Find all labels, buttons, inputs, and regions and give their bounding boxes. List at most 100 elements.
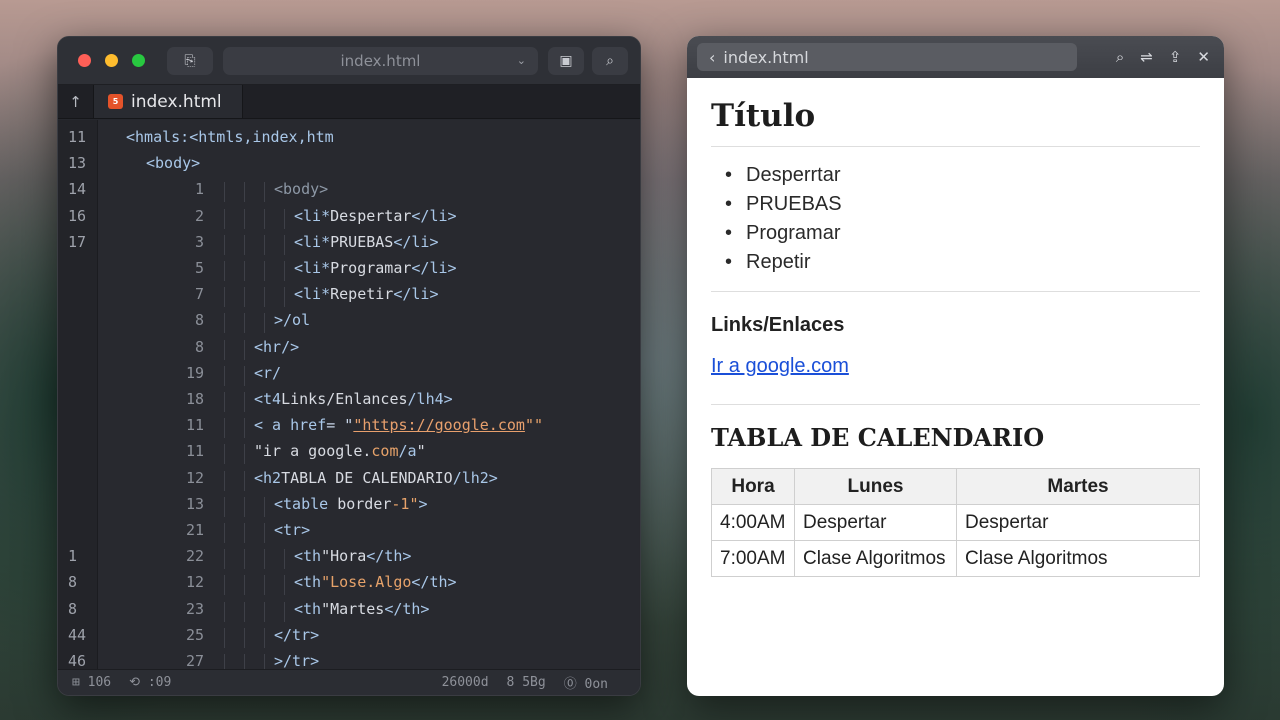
code-text: <r/ — [254, 363, 282, 382]
indent-guide — [244, 182, 245, 203]
tab-index-html[interactable]: 5 index.html — [94, 85, 243, 118]
line-number: 8 — [68, 599, 78, 618]
indent-guide — [264, 182, 265, 203]
indent-guide — [224, 444, 225, 465]
indent-guide — [224, 234, 225, 255]
editor-address-bar[interactable]: index.html ⌄ — [223, 46, 538, 75]
calendar-table: Hora Lunes Martes 4:00AM Despertar Despe… — [711, 468, 1200, 577]
zoom-window-button[interactable] — [132, 54, 145, 67]
code-line[interactable]: 12 <h2TABLA DE CALENDARIO/lh2> — [58, 469, 640, 491]
table-header-cell: Hora — [711, 468, 795, 505]
indent-guide — [284, 208, 285, 229]
code-line[interactable]: 19 <r/ — [58, 364, 640, 386]
list-item: PRUEBAS — [725, 190, 1200, 219]
indent-guide — [244, 418, 245, 439]
google-link[interactable]: Ir a google.com — [711, 355, 849, 404]
table-header-cell: Martes — [956, 468, 1200, 505]
square-icon: ▣ — [559, 52, 573, 69]
indent-guide — [224, 365, 225, 386]
code-line[interactable]: 11 "ir a google.com/a" — [58, 442, 640, 465]
minimize-window-button[interactable] — [105, 54, 118, 67]
indent-guide — [264, 575, 265, 596]
code-text: <body> — [274, 180, 329, 199]
sidebar-toggle-button[interactable]: ⎘ — [167, 46, 213, 75]
code-text: <table border-1"> — [274, 494, 428, 513]
code-line[interactable]: 7 <li*Repetir</li> — [58, 285, 640, 308]
share-icon[interactable]: ⇪ — [1169, 48, 1182, 66]
split-view-button[interactable]: ▣ — [548, 46, 584, 75]
indent-guide — [224, 627, 225, 648]
list-item: Repetir — [725, 248, 1200, 277]
editor-titlebar: ⎘ index.html ⌄ ▣ ⌕ — [58, 37, 640, 85]
line-number-inner: 8 — [194, 337, 204, 356]
line-number-inner: 12 — [185, 573, 204, 592]
line-number: 46 — [68, 652, 87, 670]
indent-guide — [244, 627, 245, 648]
code-line[interactable]: 13 <table border-1"> — [58, 495, 640, 517]
page-title: Título — [711, 92, 1200, 147]
line-number: 1 — [68, 547, 78, 566]
code-line[interactable]: 8 12 <th"Lose.Algo</th> — [58, 573, 640, 596]
indent-guide — [284, 261, 285, 281]
indent-guide — [264, 601, 265, 622]
sidebar-icon: ⎘ — [184, 52, 196, 69]
close-icon[interactable]: ✕ — [1197, 48, 1210, 66]
search-button[interactable]: ⌕ — [592, 46, 628, 75]
table-header-row: Hora Lunes Martes — [711, 468, 1200, 505]
code-line[interactable]: 8 <hr/> — [58, 338, 640, 360]
code-line[interactable]: 8 23 <th"Martes</th> — [58, 600, 640, 622]
code-text: <li*Repetir</li> — [294, 285, 439, 304]
indent-guide — [264, 523, 265, 543]
links-heading: Links/Enlaces — [711, 314, 845, 336]
indent-guide — [244, 470, 245, 491]
table-cell: 4:00AM — [711, 504, 795, 541]
indent-guide — [244, 339, 245, 360]
indent-guide — [284, 234, 285, 255]
code-line[interactable]: 5 <li*Programar</li> — [58, 259, 640, 281]
line-number-inner: 23 — [185, 599, 204, 618]
code-text: "ir a google.com/a" — [254, 442, 426, 461]
indent-guide — [264, 261, 265, 281]
line-number: 14 — [68, 180, 87, 199]
code-line[interactable]: 14 1 <body> — [58, 180, 640, 203]
table-cell: Clase Algoritmos — [794, 540, 957, 577]
html5-icon: 5 — [108, 94, 123, 109]
preview-address-text: index.html — [723, 47, 809, 67]
status-item: ⊞ 106 — [72, 675, 112, 690]
code-line[interactable]: 16 2 <li*Despertar</li> — [58, 207, 640, 229]
code-line[interactable]: 8 >/ol — [58, 311, 640, 334]
code-line[interactable]: 13 <body> — [58, 154, 640, 176]
table-cell: Clase Algoritmos — [956, 540, 1200, 577]
editor-window: ⎘ index.html ⌄ ▣ ⌕ ↑ 5 index.html 11 <hma… — [57, 36, 641, 696]
code-line[interactable]: 11 < a href= ""https://google.com"" — [58, 416, 640, 439]
indent-guide — [244, 208, 245, 229]
code-editor[interactable]: 11 <hmals:<htmls,index,htm 13 <body> 14 1 <bod… — [58, 120, 640, 674]
back-chevron-icon[interactable]: ‹ — [709, 48, 715, 67]
preview-address-bar[interactable]: ‹ index.html — [697, 43, 1077, 71]
line-number-inner: 1 — [194, 180, 204, 199]
back-arrow-icon[interactable]: ↑ — [58, 85, 94, 118]
settings-icon[interactable]: ⇌ — [1140, 48, 1153, 66]
code-line[interactable]: 11 <hmals:<htmls,index,htm — [58, 128, 640, 150]
code-line[interactable]: 17 3 <li*PRUEBAS</li> — [58, 233, 640, 255]
code-line[interactable]: 21 <tr> — [58, 521, 640, 543]
line-number-inner: 8 — [194, 311, 204, 330]
code-line[interactable]: 44 25 </tr> — [58, 626, 640, 648]
status-item: ⓪ 0on — [563, 677, 608, 692]
line-number: 13 — [68, 154, 87, 173]
search-icon[interactable]: ⌕ — [1116, 48, 1124, 66]
code-line[interactable]: 18 <t4Links/Enlances/lh4> — [58, 390, 640, 412]
indent-guide — [224, 182, 225, 203]
line-number-inner: 21 — [185, 521, 204, 539]
indent-guide — [224, 523, 225, 543]
indent-guide — [284, 575, 285, 596]
chevron-down-icon[interactable]: ⌄ — [517, 54, 526, 67]
line-number-inner: 13 — [185, 494, 204, 513]
close-window-button[interactable] — [78, 54, 91, 67]
table-row: 4:00AM Despertar Despertar — [711, 504, 1200, 541]
indent-guide — [224, 575, 225, 596]
indent-guide — [244, 261, 245, 281]
code-line[interactable]: 1 22 <th"Hora</th> — [58, 547, 640, 570]
code-text: <h2TABLA DE CALENDARIO/lh2> — [254, 468, 498, 487]
code-text: <li*PRUEBAS</li> — [294, 232, 439, 251]
